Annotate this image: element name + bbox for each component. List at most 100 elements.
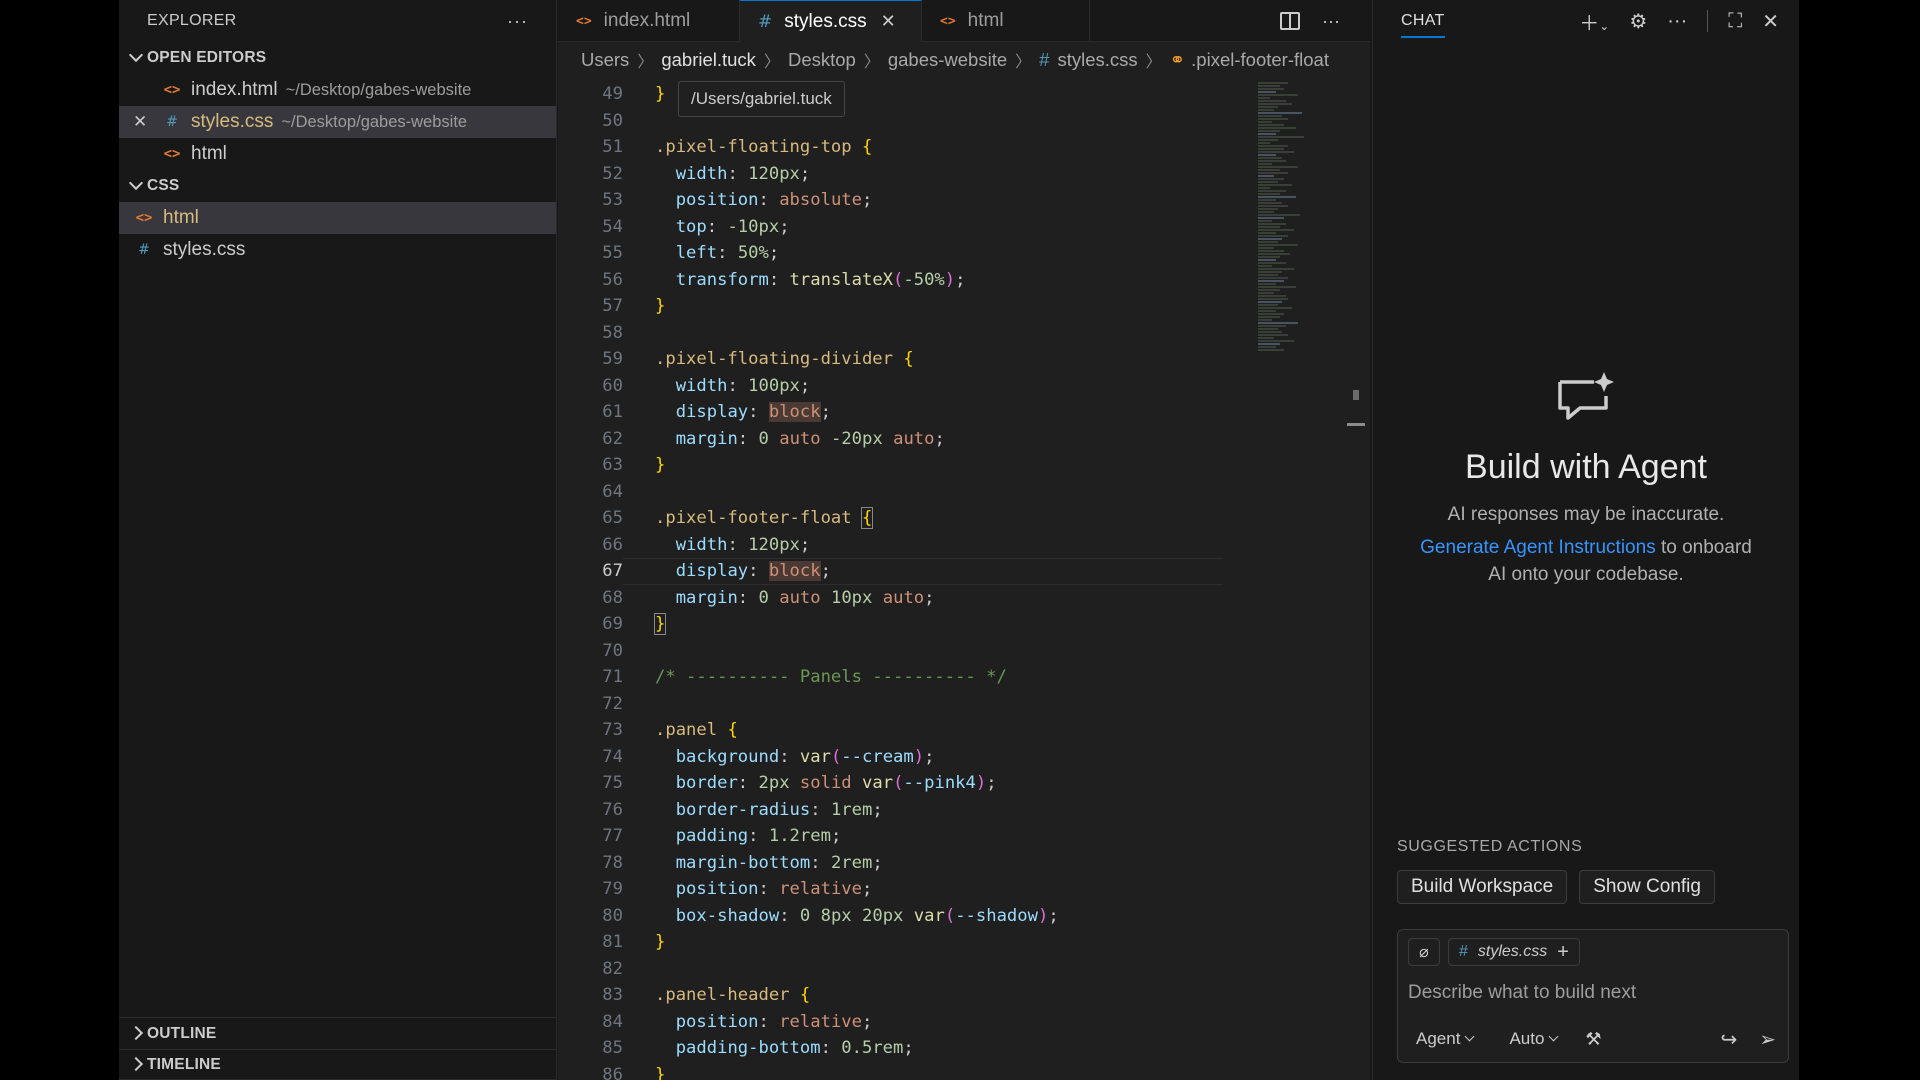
code-line: .pixel-floating-divider { (655, 349, 914, 369)
open-editor-item[interactable]: <> index.html ~/Desktop/gabes-website (119, 74, 556, 106)
minimap-line (1258, 217, 1284, 219)
mode-dropdown[interactable]: Agent (1408, 1029, 1481, 1049)
more-actions-icon[interactable]: ··· (1322, 11, 1340, 32)
file-name: styles.css (163, 239, 246, 260)
minimap-line (1258, 337, 1274, 339)
chat-input[interactable]: Describe what to build next (1408, 982, 1636, 1004)
send-icon[interactable]: ➢ (1759, 1027, 1776, 1052)
chevron-right-icon: 〉 (637, 54, 654, 71)
chat-title[interactable]: CHAT (1401, 12, 1445, 38)
minimap-line (1258, 91, 1276, 93)
code-line: /* ---------- Panels ---------- */ (655, 667, 1007, 687)
close-icon[interactable]: ✕ (881, 11, 896, 32)
scrollbar-thumb[interactable] (1353, 390, 1359, 400)
breadcrumb-item[interactable]: .pixel-footer-float (1191, 49, 1329, 71)
minimap-line (1258, 175, 1274, 177)
close-icon[interactable]: ✕ (1762, 9, 1779, 34)
minimap-line (1258, 241, 1278, 243)
tab-actions: ··· (1280, 0, 1340, 42)
line-number: 53 (602, 190, 623, 210)
build-workspace-button[interactable]: Build Workspace (1397, 870, 1568, 904)
editor-area: <> index.html # styles.css ✕ <> html ···… (558, 0, 1370, 1080)
file-tree-item[interactable]: # styles.css (119, 234, 556, 266)
breadcrumb-item[interactable]: gabes-website (888, 49, 1007, 71)
generate-instructions-link[interactable]: Generate Agent Instructions (1420, 537, 1656, 558)
new-chat-icon[interactable]: ＋⌄ (1579, 7, 1609, 36)
timeline-section[interactable]: TIMELINE (119, 1050, 556, 1080)
context-file-chip[interactable]: # styles.css + (1448, 938, 1580, 966)
line-number: 49 (602, 84, 623, 104)
forward-icon[interactable]: ↪ (1720, 1027, 1737, 1052)
minimap-line (1258, 304, 1278, 306)
minimap-line (1258, 208, 1278, 210)
minimap-line (1258, 187, 1270, 189)
code-line: border-radius: 1rem; (675, 799, 883, 820)
tools-icon[interactable]: ⚒ (1585, 1029, 1601, 1050)
chevron-right-icon (125, 1057, 147, 1072)
hero-link-rest: to onboard (1655, 537, 1752, 558)
tab-styles-css[interactable]: # styles.css ✕ (740, 0, 922, 42)
css-file-icon: # (758, 11, 773, 32)
minimap-line (1258, 136, 1304, 138)
send-actions: ↪ ➢ (1720, 1027, 1776, 1052)
attach-icon[interactable]: ⌀ (1408, 938, 1440, 966)
tab-label: html (967, 10, 1004, 31)
line-number: 67 (602, 561, 623, 581)
minimap-line (1258, 274, 1278, 276)
minimap-line (1258, 94, 1298, 96)
open-editors-section[interactable]: OPEN EDITORS (119, 42, 556, 74)
more-actions-icon[interactable]: ··· (1667, 10, 1687, 33)
more-actions-icon[interactable]: ··· (507, 11, 528, 32)
line-number: 69 (602, 614, 623, 634)
maximize-icon[interactable]: ⛶ (1728, 10, 1742, 33)
tab-label: index.html (603, 10, 691, 31)
minimap-line (1258, 193, 1280, 195)
minimap-line (1258, 184, 1292, 186)
close-icon[interactable]: ✕ (133, 112, 147, 132)
tab-html[interactable]: <> html (922, 0, 1090, 42)
breadcrumb-item[interactable]: Users (581, 49, 629, 71)
code-editor[interactable]: 49} 50 51 .pixel-floating-top { 52 width:… (558, 81, 1258, 1080)
minimap-line (1258, 139, 1278, 141)
breadcrumb-item[interactable]: styles.css (1057, 49, 1137, 71)
minimap-line (1258, 331, 1282, 333)
tab-index-html[interactable]: <> index.html (558, 0, 740, 42)
open-editor-item[interactable]: <> html (119, 138, 556, 170)
chat-input-toolbar: Agent Auto ⚒ ↪ ➢ (1408, 1024, 1776, 1054)
outline-section[interactable]: OUTLINE (119, 1018, 556, 1050)
sidebar-bottom-panels: OUTLINE TIMELINE (119, 1017, 556, 1080)
open-editors-label: OPEN EDITORS (147, 49, 267, 66)
show-config-button[interactable]: Show Config (1579, 870, 1715, 904)
add-context-icon[interactable]: + (1557, 941, 1569, 964)
gear-icon[interactable]: ⚙ (1629, 9, 1647, 34)
minimap[interactable] (1258, 81, 1358, 541)
minimap-line (1258, 265, 1272, 267)
minimap-line (1258, 310, 1276, 312)
chevron-down-icon (125, 50, 147, 67)
css-file-icon: # (166, 114, 178, 130)
minimap-line (1258, 106, 1278, 108)
explorer-title: EXPLORER (147, 12, 237, 29)
outline-label: OUTLINE (147, 1024, 217, 1042)
chat-input-box: ⌀ # styles.css + Describe what to build … (1397, 929, 1789, 1063)
folder-section[interactable]: CSS (119, 170, 556, 202)
open-editor-item[interactable]: ✕ # styles.css ~/Desktop/gabes-website (119, 106, 556, 138)
hero-line3: AI onto your codebase. (1488, 564, 1684, 585)
split-editor-icon[interactable] (1280, 12, 1301, 30)
line-number: 65 (602, 508, 623, 528)
minimap-line (1258, 157, 1282, 159)
minimap-line (1258, 181, 1278, 183)
minimap-line (1258, 145, 1288, 147)
minimap-line (1258, 325, 1286, 327)
minimap-line (1258, 169, 1280, 171)
line-number: 74 (602, 746, 623, 767)
file-tree-item[interactable]: <> html (119, 202, 556, 234)
breadcrumb-item[interactable]: gabriel.tuck (661, 49, 756, 71)
model-dropdown[interactable]: Auto (1501, 1029, 1565, 1049)
breadcrumb-item[interactable]: Desktop (788, 49, 856, 71)
line-number: 76 (602, 799, 623, 820)
tab-label: styles.css (784, 10, 867, 32)
minimap-line (1258, 211, 1274, 213)
minimap-line (1258, 253, 1290, 255)
